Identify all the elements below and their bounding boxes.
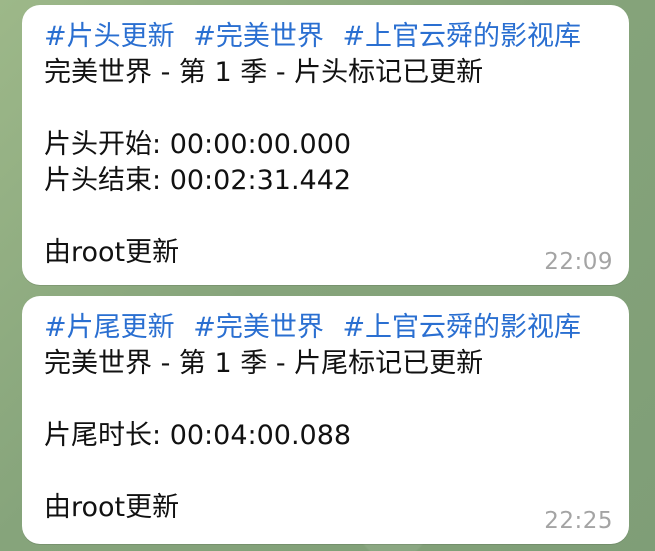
message-timestamp: 22:09 [544,249,613,275]
hashtag-link[interactable]: #片尾更新 [44,312,175,343]
hashtag-link[interactable]: #完美世界 [193,312,324,343]
hashtag-link[interactable]: #片头更新 [44,21,175,52]
hashtag-line: #片尾更新 #完美世界 #上官云舜的影视库 [44,310,607,346]
message-title: 完美世界 - 第 1 季 - 片尾标记已更新 [44,348,484,379]
field-value: 00:00:00.000 [169,129,352,160]
message-footer: 由root更新 [44,492,180,523]
message-timestamp: 22:25 [544,508,613,534]
field-value: 00:04:00.088 [169,420,352,451]
hashtag-link[interactable]: #完美世界 [193,21,324,52]
message-footer: 由root更新 [44,237,180,268]
message-bubble[interactable]: #片头更新 #完美世界 #上官云舜的影视库 完美世界 - 第 1 季 - 片头标… [22,5,629,285]
field-label: 片头开始 [44,129,152,160]
field-row: 片头开始: 00:00:00.000 [44,129,352,160]
message-bubble[interactable]: #片尾更新 #完美世界 #上官云舜的影视库 完美世界 - 第 1 季 - 片尾标… [22,296,629,544]
field-row: 片尾时长: 00:04:00.088 [44,420,352,451]
message-title: 完美世界 - 第 1 季 - 片头标记已更新 [44,57,484,88]
hashtag-link[interactable]: #上官云舜的影视库 [342,312,581,343]
hashtag-line: #片头更新 #完美世界 #上官云舜的影视库 [44,19,607,55]
hashtag-link[interactable]: #上官云舜的影视库 [342,21,581,52]
field-label: 片头结束 [44,165,152,196]
field-label: 片尾时长 [44,420,152,451]
field-row: 片头结束: 00:02:31.442 [44,165,352,196]
field-value: 00:02:31.442 [169,165,352,196]
